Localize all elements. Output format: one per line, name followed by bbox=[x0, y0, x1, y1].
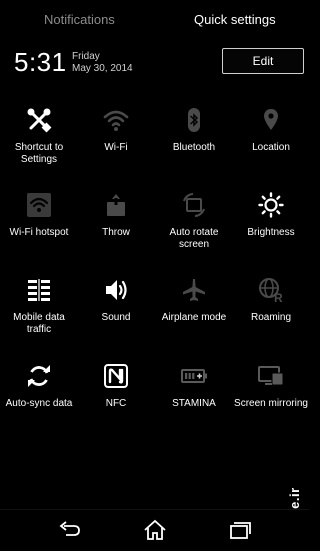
tile-label: Brightness bbox=[247, 227, 295, 238]
mobile-data-icon bbox=[28, 279, 50, 301]
wifi-icon bbox=[103, 110, 129, 131]
tile-label: Mobile data traffic bbox=[13, 312, 65, 335]
tile-throw[interactable]: Throw bbox=[77, 192, 155, 239]
tile-bluetooth[interactable]: Bluetooth bbox=[155, 107, 233, 154]
tile-wifi-hotspot[interactable]: Wi-Fi hotspot bbox=[0, 192, 78, 239]
tile-label: NFC bbox=[105, 398, 127, 409]
tile-stamina[interactable]: STAMINA bbox=[155, 363, 233, 410]
wifi-hotspot-icon bbox=[27, 193, 51, 217]
weekday-label: Friday bbox=[72, 51, 100, 62]
tile-label: Bluetooth bbox=[172, 142, 216, 153]
tile-auto-sync-data[interactable]: Auto-sync data bbox=[0, 363, 78, 410]
tile-mobile-data-traffic[interactable]: Mobile data traffic bbox=[0, 277, 78, 336]
sync-icon bbox=[28, 365, 50, 387]
airplane-icon bbox=[183, 279, 205, 301]
edit-button[interactable]: Edit bbox=[222, 48, 304, 74]
tab-quick-settings[interactable]: Quick settings bbox=[194, 12, 276, 27]
svg-text:R: R bbox=[274, 291, 283, 303]
stamina-battery-icon bbox=[181, 369, 207, 383]
tile-brightness[interactable]: Brightness bbox=[232, 192, 310, 239]
home-icon[interactable] bbox=[143, 519, 167, 541]
tile-screen-mirroring[interactable]: Screen mirroring bbox=[232, 363, 310, 410]
tile-nfc[interactable]: NFC bbox=[77, 363, 155, 410]
tile-sound[interactable]: Sound bbox=[77, 277, 155, 324]
nfc-icon bbox=[104, 364, 128, 388]
tile-shortcut-to-settings[interactable]: Shortcut to Settings bbox=[0, 107, 78, 166]
navigation-bar bbox=[0, 509, 309, 551]
tile-airplane-mode[interactable]: Airplane mode bbox=[155, 277, 233, 324]
sound-icon bbox=[106, 280, 127, 300]
date-label: May 30, 2014 bbox=[72, 63, 133, 74]
tile-roaming[interactable]: R Roaming bbox=[232, 277, 310, 324]
tile-label: Wi-Fi hotspot bbox=[9, 227, 69, 238]
tile-label: Airplane mode bbox=[161, 312, 227, 323]
tile-label: Shortcut to Settings bbox=[14, 142, 64, 165]
tile-label: Screen mirroring bbox=[234, 398, 308, 409]
recent-apps-icon[interactable] bbox=[228, 519, 252, 541]
panel-tabs: Notifications Quick settings bbox=[0, 0, 309, 42]
brightness-icon bbox=[258, 192, 284, 218]
tile-label: Auto-sync data bbox=[5, 398, 73, 409]
tile-wifi[interactable]: Wi-Fi bbox=[77, 107, 155, 154]
back-icon[interactable] bbox=[58, 519, 82, 541]
tile-label: Throw bbox=[102, 227, 130, 238]
screen-mirroring-icon bbox=[258, 366, 284, 386]
throw-icon bbox=[107, 194, 125, 216]
settings-tools-icon bbox=[27, 108, 52, 133]
tile-label: Roaming bbox=[250, 312, 292, 323]
date-display[interactable]: Friday May 30, 2014 bbox=[72, 51, 133, 75]
roaming-icon: R bbox=[259, 278, 283, 303]
auto-rotate-icon bbox=[183, 193, 205, 217]
tile-auto-rotate-screen[interactable]: Auto rotate screen bbox=[155, 192, 233, 251]
tile-label: Auto rotate screen bbox=[169, 227, 219, 250]
bluetooth-icon bbox=[188, 108, 200, 132]
tile-label: STAMINA bbox=[172, 398, 216, 409]
location-icon bbox=[264, 109, 278, 130]
tile-location[interactable]: Location bbox=[232, 107, 310, 154]
tab-notifications[interactable]: Notifications bbox=[44, 12, 115, 27]
tile-label: Wi-Fi bbox=[104, 142, 128, 153]
tile-label: Sound bbox=[101, 312, 131, 323]
clock[interactable]: 5:31 bbox=[14, 47, 67, 78]
tile-label: Location bbox=[252, 142, 290, 153]
